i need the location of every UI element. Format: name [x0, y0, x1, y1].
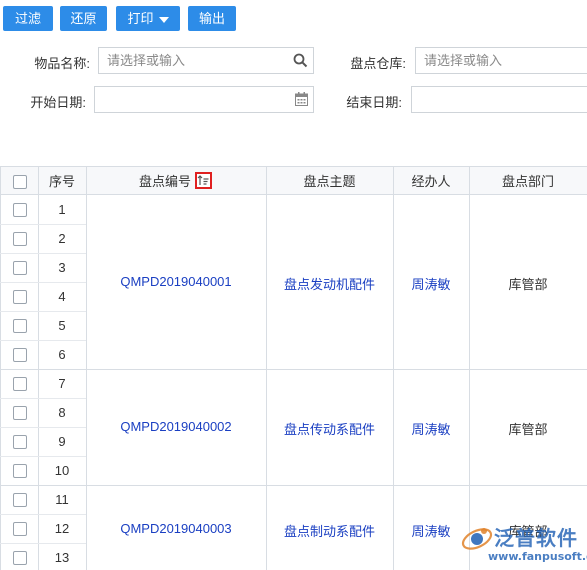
start-date-input[interactable] [94, 86, 314, 113]
grid-line [469, 166, 470, 570]
header-subject-label: 盘点主题 [303, 174, 356, 189]
record-handler-link[interactable]: 周涛敏 [393, 274, 469, 293]
header-handler[interactable]: 经办人 [393, 166, 469, 195]
header-handler-label: 经办人 [411, 174, 451, 189]
search-icon[interactable] [293, 53, 308, 71]
header-seq-label: 序号 [48, 174, 75, 189]
row-divider [0, 456, 86, 457]
row-seq: 13 [54, 550, 70, 565]
row-seq: 1 [58, 202, 66, 217]
row-checkbox[interactable] [13, 406, 27, 420]
record-subject-link[interactable]: 盘点制动系配件 [266, 521, 393, 540]
row-divider [0, 514, 86, 515]
row-seq: 5 [58, 318, 66, 333]
row-divider [0, 427, 86, 428]
brand-url: www.fanpusoft.com [488, 550, 587, 563]
warehouse-label: 盘点仓库: [350, 56, 406, 71]
row-checkbox[interactable] [13, 290, 27, 304]
row-divider [0, 340, 86, 341]
toolbar: 过滤 还原 打印 输出 [0, 0, 587, 36]
group-divider [0, 485, 587, 486]
item-name-placeholder: 请选择或输入 [107, 53, 186, 68]
row-checkbox[interactable] [13, 203, 27, 217]
reset-button[interactable]: 还原 [60, 6, 107, 31]
filter-button-label: 过滤 [14, 11, 41, 26]
grid-line [38, 166, 39, 570]
row-divider [0, 224, 86, 225]
group-divider [0, 369, 587, 370]
export-button-label: 输出 [198, 11, 225, 26]
chevron-down-icon [158, 16, 169, 23]
record-handler-link[interactable]: 周涛敏 [393, 419, 469, 438]
row-seq: 12 [54, 521, 70, 536]
brand-watermark: 泛普软件 www.fanpusoft.com [458, 522, 587, 570]
row-divider [0, 398, 86, 399]
sort-icon[interactable] [195, 172, 212, 189]
reset-button-label: 还原 [70, 11, 97, 26]
row-checkbox[interactable] [13, 435, 27, 449]
row-divider [0, 282, 86, 283]
header-seq: 序号 [38, 166, 86, 195]
warehouse-placeholder: 请选择或输入 [424, 53, 503, 68]
row-divider [0, 543, 86, 544]
row-divider [0, 311, 86, 312]
record-dept: 库管部 [508, 277, 548, 292]
row-checkbox[interactable] [13, 522, 27, 536]
grid-line [86, 166, 87, 570]
print-button[interactable]: 打印 [116, 6, 180, 31]
header-code-label: 盘点编号 [139, 174, 192, 189]
end-date-label: 结束日期: [346, 95, 402, 110]
row-seq: 9 [58, 434, 66, 449]
end-date-input[interactable] [411, 86, 587, 113]
warehouse-input[interactable]: 请选择或输入 [415, 47, 587, 74]
record-subject-link[interactable]: 盘点发动机配件 [266, 274, 393, 293]
start-date-label: 开始日期: [30, 95, 86, 110]
grid-line [0, 166, 1, 570]
calendar-icon[interactable] [295, 92, 308, 109]
row-seq: 3 [58, 260, 66, 275]
row-checkbox[interactable] [13, 232, 27, 246]
brand-name: 泛普软件 [494, 528, 578, 550]
item-name-label: 物品名称: [34, 56, 90, 71]
header-subject[interactable]: 盘点主题 [266, 166, 393, 195]
header-code[interactable]: 盘点编号 [86, 166, 266, 195]
print-button-label: 打印 [127, 11, 154, 26]
row-checkbox[interactable] [13, 261, 27, 275]
header-dept[interactable]: 盘点部门 [469, 166, 587, 195]
row-checkbox[interactable] [13, 377, 27, 391]
row-checkbox[interactable] [13, 493, 27, 507]
header-dept-label: 盘点部门 [501, 174, 554, 189]
record-code-link[interactable]: QMPD2019040003 [86, 521, 266, 536]
select-all-checkbox[interactable] [13, 175, 27, 189]
row-checkbox[interactable] [13, 319, 27, 333]
row-checkbox[interactable] [13, 464, 27, 478]
record-code-link[interactable]: QMPD2019040002 [86, 419, 266, 434]
row-seq: 6 [58, 347, 66, 362]
row-seq: 11 [55, 492, 69, 507]
row-checkbox[interactable] [13, 551, 27, 565]
row-seq: 10 [54, 463, 70, 478]
grid-line [266, 166, 267, 570]
record-code-link[interactable]: QMPD2019040001 [86, 274, 266, 289]
item-name-input[interactable]: 请选择或输入 [98, 47, 314, 74]
record-subject-link[interactable]: 盘点传动系配件 [266, 419, 393, 438]
row-seq: 8 [58, 405, 66, 420]
grid-line [393, 166, 394, 570]
row-divider [0, 253, 86, 254]
row-seq: 7 [58, 376, 66, 391]
row-checkbox[interactable] [13, 348, 27, 362]
filter-button[interactable]: 过滤 [3, 6, 53, 31]
row-seq: 2 [58, 231, 66, 246]
record-dept: 库管部 [508, 422, 548, 437]
row-seq: 4 [58, 289, 66, 304]
export-button[interactable]: 输出 [188, 6, 236, 31]
header-select-all-cell [0, 166, 38, 195]
